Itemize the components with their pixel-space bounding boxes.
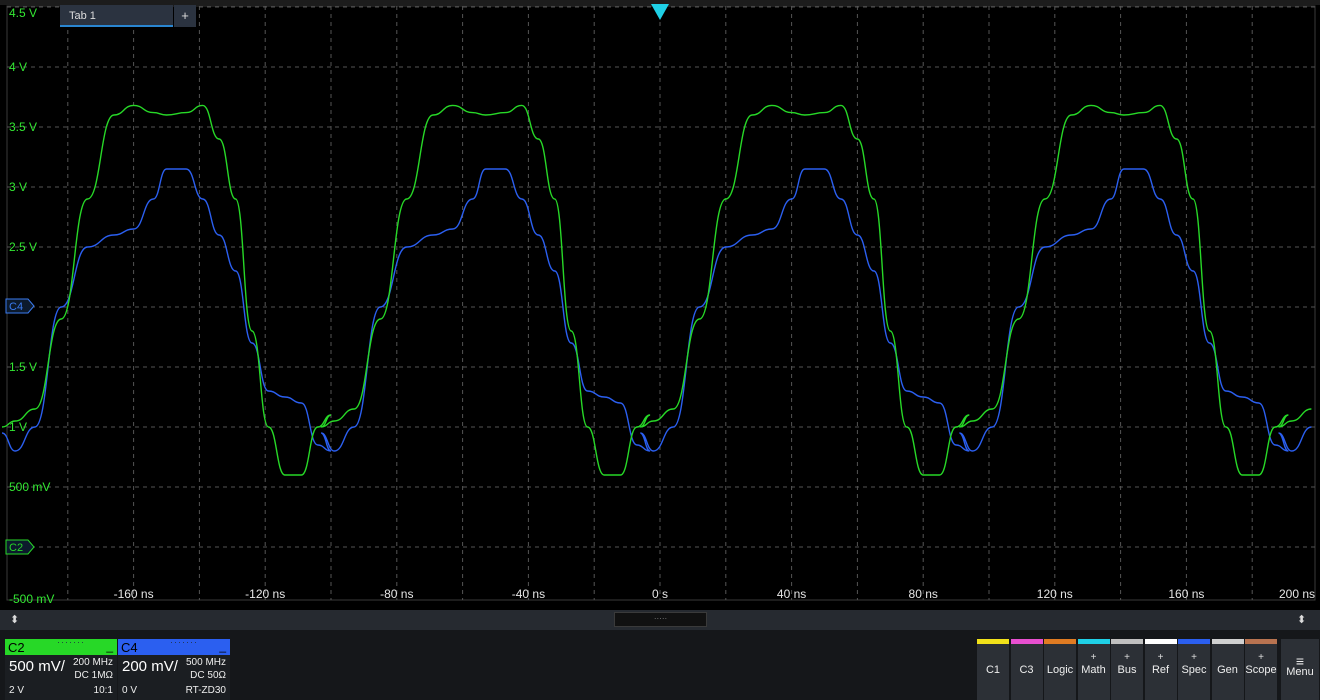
color-strip xyxy=(1044,639,1076,644)
thumb-grip-icon: ····· xyxy=(653,614,668,623)
button-label: Logic xyxy=(1046,664,1074,676)
y-tick-label: 3.5 V xyxy=(9,120,37,134)
button-label: Bus xyxy=(1117,664,1137,676)
bandwidth: 200 MHz xyxy=(72,657,113,668)
vertical-scale[interactable]: 200 mV/ xyxy=(122,658,178,675)
scrollbar-thumb[interactable]: ····· xyxy=(614,612,707,627)
waveform-display[interactable]: 4.5 V4 V3.5 V3 V2.5 V1.5 V1 V500 mV-500 … xyxy=(0,0,1320,610)
button-scope[interactable]: + Scope xyxy=(1245,639,1277,700)
color-strip xyxy=(1245,639,1277,644)
button-label: Scope xyxy=(1245,664,1277,676)
plus-icon: + xyxy=(1191,652,1197,663)
svg-text:C2: C2 xyxy=(9,542,23,554)
c4-offset-marker[interactable]: C4 xyxy=(5,298,35,314)
color-strip xyxy=(1144,639,1177,644)
offset: 2 V xyxy=(9,685,25,696)
x-tick-label: 120 ns xyxy=(1037,587,1073,601)
probe-ratio: 10:1 xyxy=(93,685,113,696)
channel-header[interactable]: C2 ······· _ xyxy=(5,637,117,655)
y-tick-label: 4.5 V xyxy=(9,6,37,20)
color-strip xyxy=(1010,639,1043,644)
x-tick-label: -160 ns xyxy=(114,587,154,601)
y-tick-label: 3 V xyxy=(9,180,27,194)
color-strip xyxy=(1178,639,1210,644)
bandwidth: 500 MHz xyxy=(185,657,226,668)
y-tick-label: 2.5 V xyxy=(9,240,37,254)
button-label: Ref xyxy=(1151,664,1170,676)
button-c3[interactable]: C3 xyxy=(1010,639,1043,700)
button-spec[interactable]: + Spec xyxy=(1178,639,1210,700)
button-bus[interactable]: + Bus xyxy=(1111,639,1143,700)
button-gen[interactable]: Gen xyxy=(1211,639,1244,700)
plus-icon: + xyxy=(1090,652,1097,663)
menu-label: Menu xyxy=(1286,666,1314,678)
button-logic[interactable]: Logic xyxy=(1044,639,1076,700)
svg-text:C4: C4 xyxy=(9,301,23,313)
color-strip xyxy=(1211,639,1244,644)
y-tick-label: 1.5 V xyxy=(9,360,37,374)
add-tab-button[interactable]: + xyxy=(174,5,196,27)
x-tick-label: 80 ns xyxy=(909,587,938,601)
button-label: Spec xyxy=(1181,664,1207,676)
probe-ratio: RT-ZD30 xyxy=(185,685,226,696)
button-c1[interactable]: C1 xyxy=(977,639,1009,700)
x-tick-label: -120 ns xyxy=(245,587,285,601)
grid-frame xyxy=(6,5,1316,601)
color-strip xyxy=(977,639,1009,644)
plus-icon: + xyxy=(1124,652,1130,663)
c2-offset-marker[interactable]: C2 xyxy=(5,539,35,555)
button-ref[interactable]: + Ref xyxy=(1144,639,1177,700)
color-strip xyxy=(1111,639,1143,644)
plus-icon: + xyxy=(1258,652,1264,663)
trigger-position-marker[interactable] xyxy=(651,4,669,20)
x-tick-label: 200 ns xyxy=(1279,587,1315,601)
y-tick-label: 500 mV xyxy=(9,480,50,494)
drag-handle-icon[interactable]: ······· xyxy=(170,637,198,647)
button-math[interactable]: + Math xyxy=(1077,639,1110,700)
button-label: Math xyxy=(1081,664,1106,676)
x-tick-label: 0 s xyxy=(652,587,668,601)
offset: 0 V xyxy=(122,685,138,696)
plus-icon: + xyxy=(1157,652,1164,663)
color-strip xyxy=(1077,639,1110,644)
coupling: DC 1MΩ xyxy=(74,670,113,681)
scroll-left-arrow-icon[interactable]: ⬍ xyxy=(10,611,19,629)
button-label: C3 xyxy=(1019,664,1034,676)
x-tick-label: -80 ns xyxy=(380,587,413,601)
drag-handle-icon[interactable]: ······· xyxy=(57,637,85,647)
channel-name: C4 xyxy=(121,640,138,655)
minimize-icon[interactable]: _ xyxy=(219,639,226,653)
c2-waveform xyxy=(1,104,1312,476)
c4-waveform xyxy=(1,168,1312,452)
button-label: C1 xyxy=(985,664,1001,676)
channel-header[interactable]: C4 ······· _ xyxy=(118,637,230,655)
channel-box-c2[interactable]: C2 ······· _ 500 mV/ 200 MHz DC 1MΩ 2 V … xyxy=(5,637,117,700)
x-tick-label: -40 ns xyxy=(512,587,545,601)
tab-label: Tab 1 xyxy=(69,10,96,22)
tab-1[interactable]: Tab 1 xyxy=(60,5,173,27)
button-label: Gen xyxy=(1217,664,1238,676)
channel-box-c4[interactable]: C4 ······· _ 200 mV/ 500 MHz DC 50Ω 0 V … xyxy=(118,637,230,700)
vertical-scale[interactable]: 500 mV/ xyxy=(9,658,65,675)
x-tick-label: 160 ns xyxy=(1168,587,1204,601)
menu-button[interactable]: ≡ Menu xyxy=(1281,639,1319,700)
y-tick-label: 4 V xyxy=(9,60,27,74)
y-tick-label: -500 mV xyxy=(9,592,54,606)
x-tick-label: 40 ns xyxy=(777,587,806,601)
minimize-icon[interactable]: _ xyxy=(106,639,113,653)
coupling: DC 50Ω xyxy=(190,670,226,681)
channel-name: C2 xyxy=(8,640,25,655)
scroll-right-arrow-icon[interactable]: ⬍ xyxy=(1297,611,1306,629)
